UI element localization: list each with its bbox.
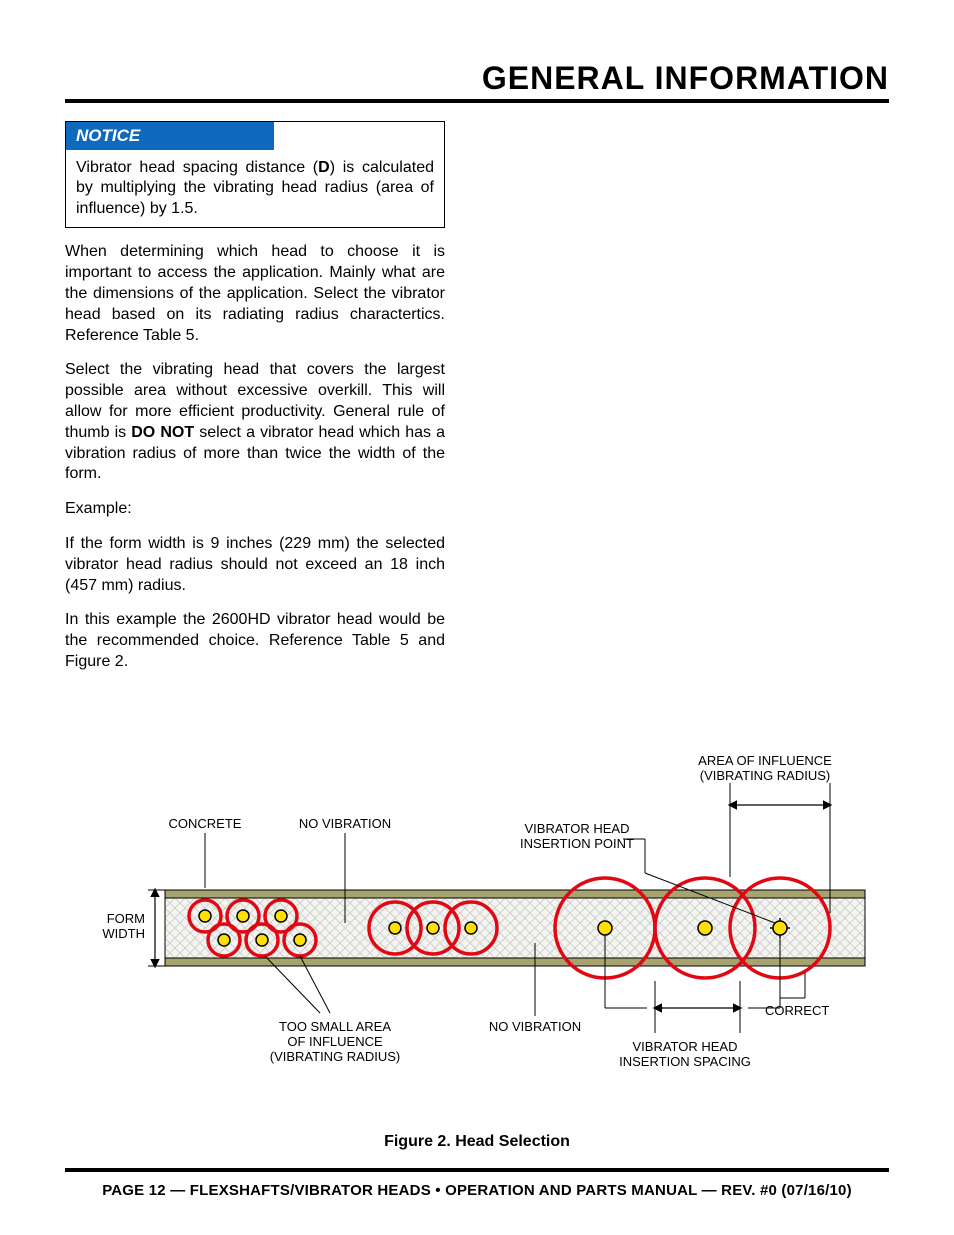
paragraph-4: If the form width is 9 inches (229 mm) t… [65,534,445,596]
paragraph-2: Select the vibrating head that covers th… [65,360,445,485]
p2-bold: DO NOT [131,424,194,441]
label-area-influence-1: AREA OF INFLUENCE [698,753,832,768]
figure-2: AREA OF INFLUENCE (VIBRATING RADIUS) CON… [65,733,889,1151]
label-area-influence-2: (VIBRATING RADIUS) [700,768,831,783]
paragraph-5: In this example the 2600HD vibrator head… [65,610,445,672]
label-form-width-2: WIDTH [102,926,145,941]
notice-header: NOTICE [66,122,274,150]
label-too-small-3: (VIBRATING RADIUS) [270,1049,401,1064]
label-too-small-2: OF INFLUENCE [287,1034,383,1049]
label-concrete: CONCRETE [169,816,242,831]
notice-text-pre: Vibrator head spacing distance ( [76,159,318,176]
notice-box: NOTICE Vibrator head spacing distance (D… [65,121,445,228]
notice-text-bold: D [318,159,330,176]
page-footer: PAGE 12 — FLEXSHAFTS/VIBRATOR HEADS • OP… [65,1168,889,1199]
title-rule [65,99,889,103]
label-vh-is-1: VIBRATOR HEAD [633,1039,738,1054]
figure-svg: AREA OF INFLUENCE (VIBRATING RADIUS) CON… [65,733,889,1113]
label-no-vibration-top: NO VIBRATION [299,816,391,831]
label-vh-ip-2: INSERTION POINT [520,836,634,851]
notice-body: Vibrator head spacing distance (D) is ca… [66,150,444,227]
paragraph-1: When determining which head to choose it… [65,242,445,346]
figure-caption: Figure 2. Head Selection [65,1133,889,1151]
label-too-small-1: TOO SMALL AREA [279,1019,391,1034]
label-vh-ip-1: VIBRATOR HEAD [525,821,630,836]
label-vh-is-2: INSERTION SPACING [619,1054,751,1069]
section-title: GENERAL INFORMATION [65,60,889,97]
label-correct: CORRECT [765,1003,829,1018]
label-form-width-1: FORM [107,911,145,926]
label-no-vibration-bottom: NO VIBRATION [489,1019,581,1034]
paragraph-3: Example: [65,499,445,520]
